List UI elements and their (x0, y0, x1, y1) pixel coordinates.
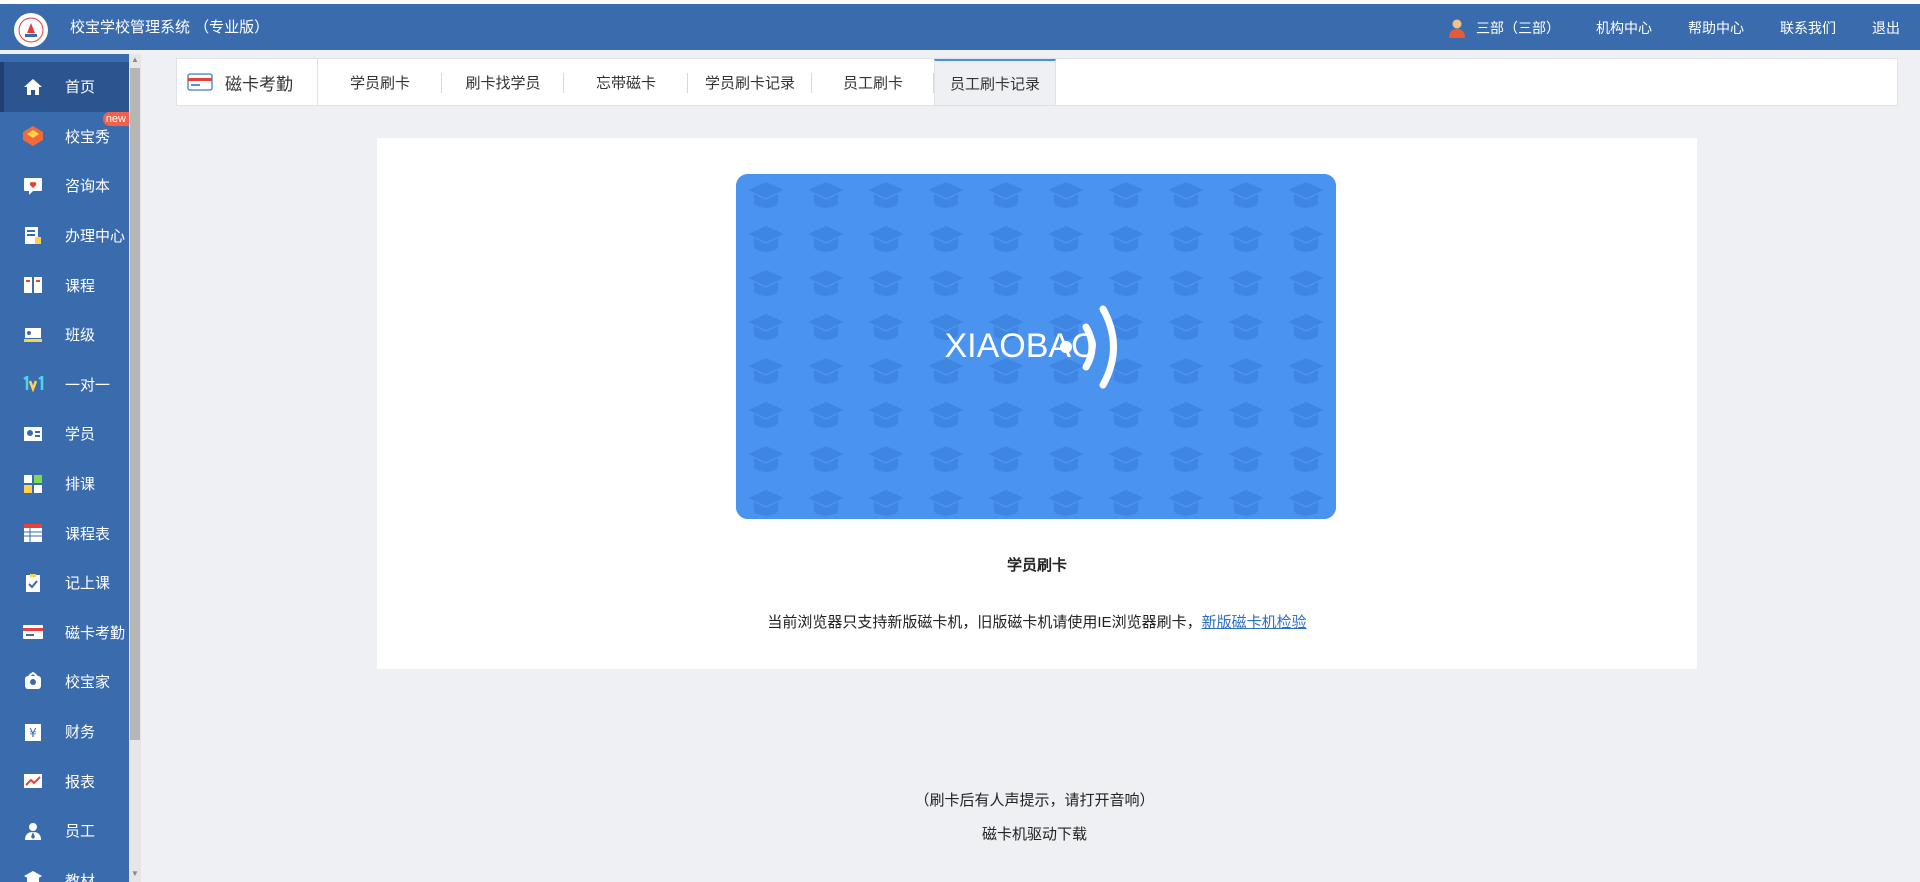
wireless-signal-icon (1060, 305, 1117, 389)
svg-text:¥: ¥ (29, 726, 37, 740)
sound-hint: （刷卡后有人声提示，请打开音响） (914, 792, 1155, 809)
nav-logout[interactable]: 退出 (1872, 18, 1900, 38)
tab-student-swipe-records[interactable]: 学员刷卡记录 (688, 59, 812, 105)
staff-icon (22, 820, 44, 842)
sidebar-menu: 首页 校宝秀 new 咨询本 办理中心 课程 班级 一对一 学员 排课 课程表 … (0, 62, 129, 882)
new-card-reader-check-link[interactable]: 新版磁卡机检验 (1202, 614, 1307, 631)
sidebar-item-finance[interactable]: ¥ 财务 (0, 707, 129, 757)
course-icon (22, 274, 44, 296)
tab-staff-swipe-records[interactable]: 员工刷卡记录 (934, 59, 1056, 105)
sidebar-item-record-class[interactable]: 记上课 (0, 558, 129, 608)
new-badge: new (102, 111, 129, 126)
class-icon (22, 324, 44, 346)
record-class-icon (22, 572, 44, 594)
module-title: 磁卡考勤 (177, 59, 318, 105)
sidebar-item-label: 首页 (65, 79, 96, 97)
sidebar-item-label: 课程表 (65, 525, 111, 543)
handling-icon (22, 225, 44, 247)
sidebar-item-timetable[interactable]: 课程表 (0, 508, 129, 558)
browser-note-text: 当前浏览器只支持新版磁卡机，旧版磁卡机请使用IE浏览器刷卡， (767, 614, 1202, 631)
driver-download-link[interactable]: 磁卡机驱动下载 (141, 823, 1920, 844)
nav-contact-us[interactable]: 联系我们 (1780, 18, 1836, 38)
sidebar-item-course[interactable]: 课程 (0, 260, 129, 310)
sidebar-item-one-on-one[interactable]: 一对一 (0, 360, 129, 410)
tab-student-swipe[interactable]: 学员刷卡 (318, 59, 442, 105)
xiaobao-home-icon (22, 671, 44, 693)
sidebar-item-label: 班级 (65, 327, 96, 345)
sidebar-item-consult[interactable]: 咨询本 (0, 161, 129, 211)
one-on-one-icon (22, 373, 44, 395)
sidebar-item-textbook[interactable]: 教材 (0, 856, 129, 882)
scroll-up-icon[interactable]: ▲ (131, 56, 139, 64)
sidebar-item-staff[interactable]: 员工 (0, 806, 129, 856)
user-icon (1449, 19, 1465, 38)
sidebar-item-label: 报表 (65, 773, 96, 791)
tab-forgot-card[interactable]: 忘带磁卡 (564, 59, 688, 105)
logo-icon (18, 17, 44, 43)
scroll-down-icon[interactable]: ▼ (131, 870, 139, 878)
swipe-panel: XIAOBAO 学员刷卡 当前浏览器只支持新版磁卡机，旧版磁卡机请使用IE浏览器… (377, 138, 1697, 669)
top-nav: 三部（三部） 机构中心 帮助中心 联系我们 退出 (1448, 4, 1920, 52)
nav-org-center[interactable]: 机构中心 (1596, 18, 1652, 38)
module-title-text: 磁卡考勤 (225, 74, 293, 94)
sidebar-item-label: 磁卡考勤 (65, 624, 126, 642)
app-title: 校宝学校管理系统 （专业版） (70, 19, 270, 36)
sidebar-item-label: 课程 (65, 277, 96, 295)
sidebar-item-xiaobao-show[interactable]: 校宝秀 new (0, 111, 129, 162)
sidebar-item-label: 财务 (65, 724, 96, 742)
consult-icon (22, 175, 44, 197)
sidebar-item-label: 咨询本 (65, 178, 111, 196)
sidebar-scrollbar[interactable]: ▲ ▼ (129, 54, 141, 882)
browser-note: 当前浏览器只支持新版磁卡机，旧版磁卡机请使用IE浏览器刷卡，新版磁卡机检验 (377, 611, 1697, 632)
timetable-icon (22, 522, 44, 544)
sidebar-item-label: 记上课 (65, 575, 111, 593)
sidebar-item-xiaobao-home[interactable]: 校宝家 (0, 657, 129, 707)
sidebar-item-label: 办理中心 (65, 228, 126, 246)
card-attendance-icon (22, 621, 44, 643)
sidebar-item-report[interactable]: 报表 (0, 756, 129, 806)
card-illustration: XIAOBAO (736, 174, 1336, 519)
user-menu[interactable]: 三部（三部） (1448, 18, 1560, 38)
sidebar-item-label: 校宝家 (65, 674, 111, 692)
sidebar-item-schedule[interactable]: 排课 (0, 459, 129, 509)
student-icon (22, 423, 44, 445)
xiaobao-show-icon (22, 125, 44, 147)
card-icon (187, 73, 213, 91)
sidebar-item-label: 一对一 (65, 376, 111, 394)
sidebar-item-label: 员工 (65, 823, 96, 841)
sidebar-scroll-thumb[interactable] (130, 68, 140, 740)
sidebar-item-label: 教材 (65, 872, 96, 882)
tab-staff-swipe[interactable]: 员工刷卡 (812, 59, 934, 105)
sidebar-item-handling-center[interactable]: 办理中心 (0, 211, 129, 261)
schedule-icon (22, 473, 44, 495)
report-icon (22, 770, 44, 792)
sidebar-item-student[interactable]: 学员 (0, 409, 129, 459)
logo (14, 13, 48, 47)
user-name: 三部（三部） (1476, 20, 1560, 36)
sidebar-item-home[interactable]: 首页 (0, 62, 129, 112)
textbook-icon (22, 869, 44, 882)
sidebar-item-label: 校宝秀 (65, 128, 111, 146)
panel-title: 学员刷卡 (1006, 557, 1067, 574)
sidebar-item-label: 排课 (65, 476, 96, 494)
sidebar-item-card-attendance[interactable]: 磁卡考勤 (0, 608, 129, 658)
sidebar-item-class[interactable]: 班级 (0, 310, 129, 360)
sidebar: 首页 校宝秀 new 咨询本 办理中心 课程 班级 一对一 学员 排课 课程表 … (0, 54, 141, 882)
sidebar-item-label: 学员 (65, 426, 96, 444)
home-icon (22, 76, 44, 98)
module-tabs-bar: 磁卡考勤 学员刷卡 刷卡找学员 忘带磁卡 学员刷卡记录 员工刷卡 员工刷卡记录 (176, 58, 1898, 106)
top-bar: 校宝学校管理系统 （专业版） 三部（三部） 机构中心 帮助中心 联系我们 退出 (0, 0, 1920, 50)
tab-find-student-by-card[interactable]: 刷卡找学员 (442, 59, 564, 105)
nav-help-center[interactable]: 帮助中心 (1688, 18, 1744, 38)
finance-icon: ¥ (22, 721, 44, 743)
